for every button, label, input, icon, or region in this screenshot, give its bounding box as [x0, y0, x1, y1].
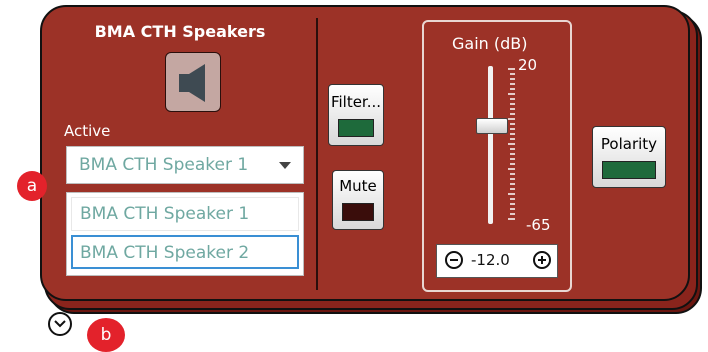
mute-button[interactable]: Mute	[332, 170, 384, 230]
gain-scale-ticks	[508, 68, 515, 220]
polarity-button[interactable]: Polarity	[592, 126, 666, 188]
gain-label: Gain (dB)	[452, 34, 528, 53]
polarity-led	[602, 161, 656, 179]
list-item-speaker-1[interactable]: BMA CTH Speaker 1	[71, 197, 299, 231]
active-label: Active	[64, 122, 111, 140]
speaker-list: BMA CTH Speaker 1 BMA CTH Speaker 2	[66, 192, 304, 276]
plus-circle-icon[interactable]	[533, 251, 551, 269]
speaker-select-value: BMA CTH Speaker 1	[79, 155, 249, 175]
chevron-down-circle-icon[interactable]	[48, 312, 72, 336]
list-item-speaker-2[interactable]: BMA CTH Speaker 2	[71, 235, 299, 269]
gain-value: -12.0	[471, 251, 510, 269]
filter-button-label: Filter...	[330, 93, 382, 111]
mute-button-label: Mute	[339, 177, 377, 195]
filter-led	[338, 119, 374, 137]
minus-circle-icon[interactable]	[445, 251, 463, 269]
gain-max-label: 20	[518, 56, 538, 74]
gain-readout: -12.0	[436, 244, 558, 278]
mute-led	[342, 203, 374, 221]
callout-b: b	[87, 318, 125, 352]
chevron-down-icon[interactable]	[279, 162, 291, 169]
filter-button[interactable]: Filter...	[328, 84, 384, 146]
speaker-button[interactable]	[165, 52, 221, 112]
gain-slider-track[interactable]	[488, 66, 493, 224]
gain-slider-thumb[interactable]	[476, 118, 508, 135]
panel-title: BMA CTH Speakers	[94, 22, 266, 41]
polarity-button-label: Polarity	[600, 135, 658, 153]
panel-divider	[316, 18, 318, 290]
speaker-select[interactable]: BMA CTH Speaker 1	[66, 146, 304, 184]
callout-a: a	[17, 171, 47, 201]
speaker-icon	[179, 64, 205, 102]
gain-min-label: -65	[526, 216, 551, 234]
